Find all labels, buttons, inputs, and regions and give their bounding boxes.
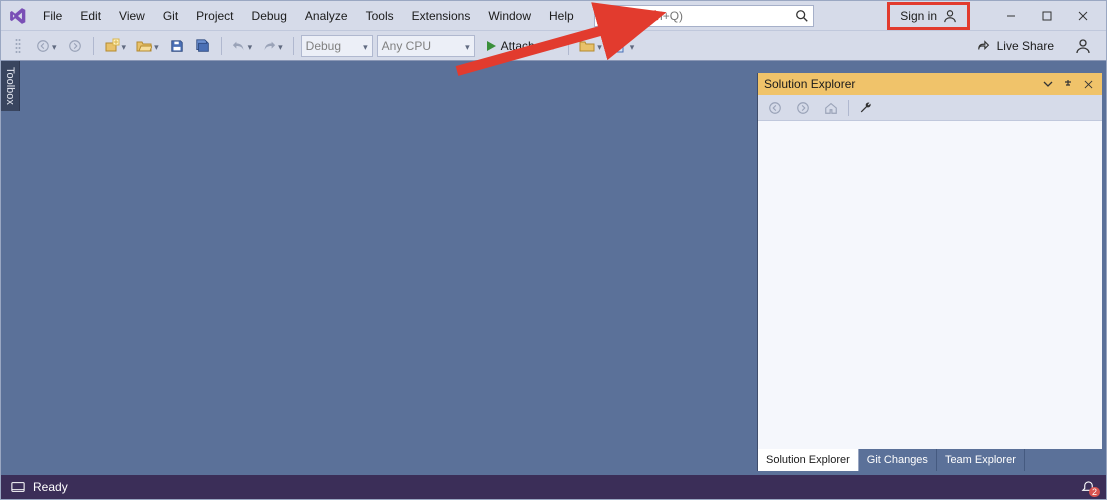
redo-button[interactable] — [259, 35, 286, 57]
menu-help[interactable]: Help — [541, 5, 582, 27]
panel-title-label: Solution Explorer — [764, 77, 855, 91]
combo-value: Any CPU — [382, 39, 431, 53]
output-icon[interactable] — [11, 480, 25, 494]
person-icon — [943, 9, 957, 23]
menu-extensions[interactable]: Extensions — [404, 5, 479, 27]
search-icon — [795, 9, 809, 23]
grip-icon — [7, 35, 29, 57]
nav-forward-button[interactable] — [64, 35, 86, 57]
solution-explorer-tree[interactable] — [758, 121, 1102, 449]
share-icon — [977, 39, 991, 53]
solution-config-combo[interactable]: Debug — [301, 35, 373, 57]
search-box[interactable] — [594, 5, 814, 27]
play-icon — [485, 40, 497, 52]
chevron-down-icon — [463, 39, 470, 53]
solution-platform-combo[interactable]: Any CPU — [377, 35, 475, 57]
toolbar-separator — [93, 37, 94, 55]
chevron-down-icon — [50, 39, 57, 53]
chevron-down-icon — [276, 39, 283, 53]
chevron-down-icon — [549, 39, 556, 53]
pin-icon[interactable] — [1060, 76, 1076, 92]
chevron-down-icon — [361, 39, 368, 53]
notification-count-badge: 2 — [1089, 487, 1100, 497]
live-share-button[interactable]: Live Share — [969, 39, 1062, 53]
start-debug-button[interactable]: Attach... — [479, 35, 562, 57]
status-ready-label: Ready — [33, 480, 68, 494]
menu-analyze[interactable]: Analyze — [297, 5, 356, 27]
tab-solution-explorer[interactable]: Solution Explorer — [758, 449, 859, 471]
toolbar-separator — [221, 37, 222, 55]
save-all-button[interactable] — [192, 35, 214, 57]
menu-file[interactable]: File — [35, 5, 70, 27]
menu-bar: File Edit View Git Project Debug Analyze… — [1, 1, 1106, 31]
chevron-down-icon — [595, 39, 602, 53]
new-project-button[interactable] — [101, 35, 130, 57]
find-in-files-button[interactable] — [609, 35, 638, 57]
menu-debug[interactable]: Debug — [244, 5, 295, 27]
account-icon[interactable] — [1072, 35, 1094, 57]
start-label: Attach... — [501, 39, 545, 53]
sign-in-label: Sign in — [900, 9, 937, 23]
menu-window[interactable]: Window — [480, 5, 539, 27]
menu-edit[interactable]: Edit — [72, 5, 109, 27]
toolbar-separator — [568, 37, 569, 55]
visual-studio-logo-icon — [7, 5, 29, 27]
panel-titlebar[interactable]: Solution Explorer — [758, 73, 1102, 95]
menu-tools[interactable]: Tools — [358, 5, 402, 27]
client-area: Toolbox Solution Explorer — [1, 61, 1106, 475]
open-file-button[interactable] — [133, 35, 162, 57]
tab-team-explorer[interactable]: Team Explorer — [937, 449, 1025, 471]
tab-git-changes[interactable]: Git Changes — [859, 449, 937, 471]
undo-button[interactable] — [229, 35, 256, 57]
panel-menu-icon[interactable] — [1040, 76, 1056, 92]
menu-git[interactable]: Git — [155, 5, 186, 27]
chevron-down-icon — [246, 39, 253, 53]
se-forward-button[interactable] — [792, 97, 814, 119]
close-button[interactable] — [1066, 4, 1100, 28]
close-icon[interactable] — [1080, 76, 1096, 92]
menu-view[interactable]: View — [111, 5, 153, 27]
solution-explorer-panel: Solution Explorer — [757, 73, 1102, 471]
live-share-label: Live Share — [997, 39, 1054, 53]
nav-back-button[interactable] — [33, 35, 60, 57]
combo-value: Debug — [306, 39, 341, 53]
chevron-down-icon — [152, 39, 159, 53]
solution-explorer-toolbar — [758, 95, 1102, 121]
toolbar-separator — [293, 37, 294, 55]
se-back-button[interactable] — [764, 97, 786, 119]
wrench-icon[interactable] — [855, 97, 877, 119]
minimize-button[interactable] — [994, 4, 1028, 28]
menu-project[interactable]: Project — [188, 5, 241, 27]
sign-in-button[interactable]: Sign in — [887, 2, 970, 30]
notifications-button[interactable]: 2 — [1081, 480, 1096, 495]
panel-tab-strip: Solution Explorer Git Changes Team Explo… — [758, 449, 1102, 471]
search-input[interactable] — [599, 9, 795, 23]
toolbox-tab[interactable]: Toolbox — [1, 61, 20, 111]
chevron-down-icon — [628, 39, 635, 53]
toolbar-separator — [848, 100, 849, 116]
save-button[interactable] — [166, 35, 188, 57]
standard-toolbar: Debug Any CPU Attach... Live Share — [1, 31, 1106, 61]
home-icon[interactable] — [820, 97, 842, 119]
chevron-down-icon — [120, 39, 127, 53]
browse-button[interactable] — [576, 35, 605, 57]
document-well — [20, 61, 757, 475]
status-bar: Ready 2 — [1, 475, 1106, 499]
maximize-button[interactable] — [1030, 4, 1064, 28]
